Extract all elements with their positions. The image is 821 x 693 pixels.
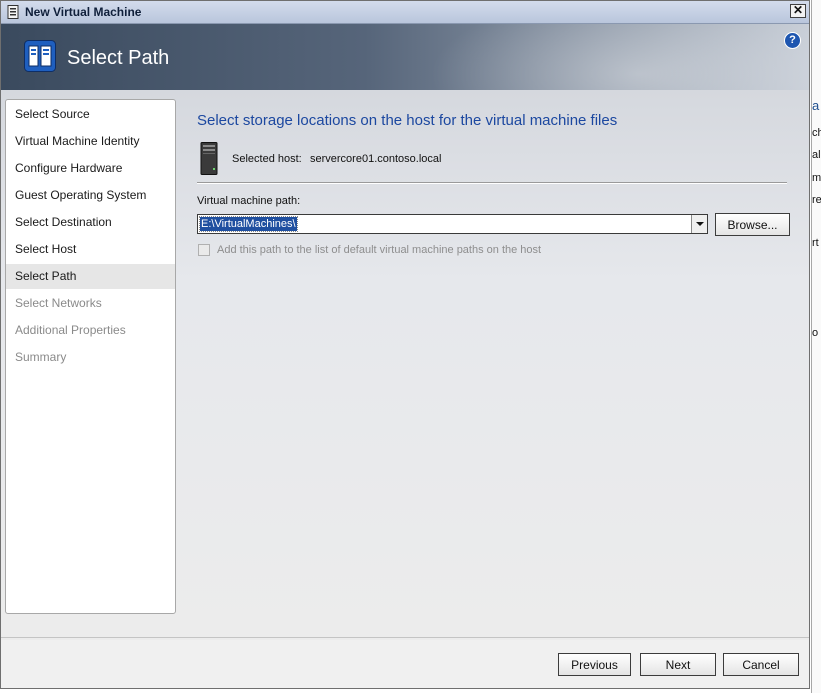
background-window-edge: a ch al m re rt o xyxy=(811,0,821,693)
chevron-down-icon[interactable] xyxy=(691,215,707,233)
background-text-fragment: a xyxy=(812,98,820,113)
footer-divider xyxy=(1,637,809,638)
divider xyxy=(197,182,787,184)
vm-path-input-value[interactable]: E:\VirtualMachines\ xyxy=(199,216,298,232)
server-app-icon xyxy=(7,5,19,19)
background-text-fragment: ch xyxy=(812,127,821,139)
nav-item-select-path[interactable]: Select Path xyxy=(6,264,175,289)
background-text-fragment: re xyxy=(812,194,821,206)
title-bar[interactable]: New Virtual Machine ✕ xyxy=(1,1,809,24)
wizard-window: New Virtual Machine ✕ Select Path ? Sele… xyxy=(0,0,810,689)
background-text-fragment: m xyxy=(812,172,821,184)
vm-path-label: Virtual machine path: xyxy=(197,195,301,207)
close-button[interactable]: ✕ xyxy=(790,4,806,18)
selected-host-label: Selected host: xyxy=(232,153,302,165)
nav-item-configure-hardware[interactable]: Configure Hardware xyxy=(6,156,175,181)
browse-button[interactable]: Browse... xyxy=(715,213,790,236)
next-button[interactable]: Next xyxy=(640,653,716,676)
background-text-fragment: rt xyxy=(812,237,819,249)
background-text-fragment: o xyxy=(812,327,819,339)
add-default-path-checkbox[interactable] xyxy=(198,244,210,256)
previous-button[interactable]: Previous xyxy=(558,653,631,676)
vm-path-combobox[interactable]: E:\VirtualMachines\ xyxy=(197,214,708,234)
nav-item-virtual-machine-identity[interactable]: Virtual Machine Identity xyxy=(6,129,175,154)
nav-item-select-destination[interactable]: Select Destination xyxy=(6,210,175,235)
add-default-path-label: Add this path to the list of default vir… xyxy=(217,244,542,256)
nav-item-guest-operating-system[interactable]: Guest Operating System xyxy=(6,183,175,208)
window-title: New Virtual Machine xyxy=(25,5,142,19)
header-decoration xyxy=(429,24,809,90)
section-heading: Select storage locations on the host for… xyxy=(197,112,618,129)
nav-item-select-host[interactable]: Select Host xyxy=(6,237,175,262)
main-content: Select storage locations on the host for… xyxy=(177,97,809,637)
cancel-button[interactable]: Cancel xyxy=(723,653,799,676)
background-text-fragment: al xyxy=(812,149,821,161)
wizard-header: Select Path ? xyxy=(1,24,809,90)
nav-item-summary: Summary xyxy=(15,350,67,364)
page-title: Select Path xyxy=(67,47,170,69)
nav-item-select-source[interactable]: Select Source xyxy=(6,102,175,127)
server-icon xyxy=(200,142,218,175)
nav-item-select-networks: Select Networks xyxy=(15,296,102,310)
wizard-pages-icon xyxy=(24,40,56,72)
help-icon[interactable]: ? xyxy=(784,32,801,49)
selected-host-value: servercore01.contoso.local xyxy=(310,153,442,165)
nav-item-additional-properties: Additional Properties xyxy=(15,323,126,337)
wizard-step-list: Select Source Virtual Machine Identity C… xyxy=(5,99,176,614)
